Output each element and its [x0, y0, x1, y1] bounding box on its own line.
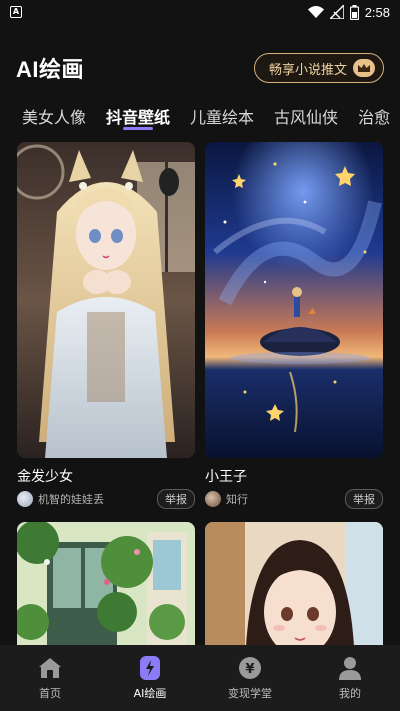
nav-label: AI绘画 — [133, 687, 167, 700]
vip-novel-button[interactable]: 畅享小说推文 — [253, 53, 384, 83]
author-name[interactable]: 知行 — [226, 491, 248, 507]
app-header: AI绘画 畅享小说推文 — [0, 48, 400, 88]
artwork-card[interactable]: 金发少女 机智的娃娃丢 举报 — [17, 142, 195, 509]
home-icon — [37, 655, 63, 681]
status-bar: A 2:58 — [0, 0, 400, 24]
avatar[interactable] — [17, 491, 33, 507]
nav-label: 首页 — [39, 687, 61, 700]
ai-brush-icon — [137, 655, 163, 681]
tab-label: 古风仙侠 — [274, 108, 339, 127]
vip-button-label: 畅享小说推文 — [268, 62, 347, 78]
artwork-grid: 金发少女 机智的娃娃丢 举报 小王子 知行 举报 — [0, 142, 400, 645]
tab-healing[interactable]: 治愈 — [358, 96, 390, 132]
artwork-card[interactable]: 小王子 知行 举报 — [205, 142, 383, 509]
artwork-meta: 机智的娃娃丢 举报 — [17, 489, 195, 509]
artwork-image-green-window[interactable] — [17, 522, 195, 645]
artwork-image-little-prince[interactable] — [205, 142, 383, 458]
tab-label: 儿童绘本 — [190, 108, 255, 127]
profile-icon — [337, 655, 363, 681]
tab-ancient-xianxia[interactable]: 古风仙侠 — [274, 96, 338, 132]
yen-coin-icon: ¥ — [237, 655, 263, 681]
category-tabs: 美女人像 抖音壁纸 儿童绘本 古风仙侠 治愈 — [0, 96, 400, 136]
nav-label: 我的 — [339, 687, 361, 700]
tab-douyin-wallpaper[interactable]: 抖音壁纸 — [106, 96, 170, 132]
nav-monetize-academy[interactable]: ¥ 变现学堂 — [205, 655, 295, 701]
battery-icon — [349, 4, 359, 20]
artwork-image-blonde-girl[interactable] — [17, 142, 195, 458]
page-title: AI绘画 — [16, 57, 85, 82]
tab-portrait[interactable]: 美女人像 — [22, 96, 86, 132]
report-button[interactable]: 举报 — [157, 489, 195, 509]
avatar[interactable] — [205, 491, 221, 507]
crown-icon — [353, 59, 375, 77]
author-name[interactable]: 机智的娃娃丢 — [38, 491, 104, 507]
app-notification-icon: A — [10, 6, 22, 18]
tab-label: 抖音壁纸 — [106, 108, 171, 127]
nav-label: 变现学堂 — [228, 687, 272, 700]
nav-profile[interactable]: 我的 — [305, 655, 395, 701]
tab-label: 美女人像 — [22, 108, 87, 127]
artwork-meta: 知行 举报 — [205, 489, 383, 509]
artwork-card[interactable] — [17, 522, 195, 645]
artwork-image-dark-haired-girl[interactable] — [205, 522, 383, 645]
artwork-title: 小王子 — [205, 469, 247, 485]
artwork-card[interactable] — [205, 522, 383, 645]
tab-label: 治愈 — [358, 108, 391, 127]
active-tab-indicator — [123, 127, 154, 130]
report-button[interactable]: 举报 — [345, 489, 383, 509]
wifi-icon — [307, 5, 324, 18]
nav-home[interactable]: 首页 — [5, 655, 95, 701]
nav-ai-drawing[interactable]: AI绘画 — [105, 655, 195, 701]
signal-icon — [329, 5, 344, 19]
artwork-title: 金发少女 — [17, 469, 73, 485]
svg-text:¥: ¥ — [245, 662, 254, 677]
status-time: 2:58 — [364, 4, 390, 20]
bottom-navigation: 首页 AI绘画 ¥ 变现学堂 我的 — [0, 645, 400, 711]
tab-children-picturebook[interactable]: 儿童绘本 — [190, 96, 254, 132]
